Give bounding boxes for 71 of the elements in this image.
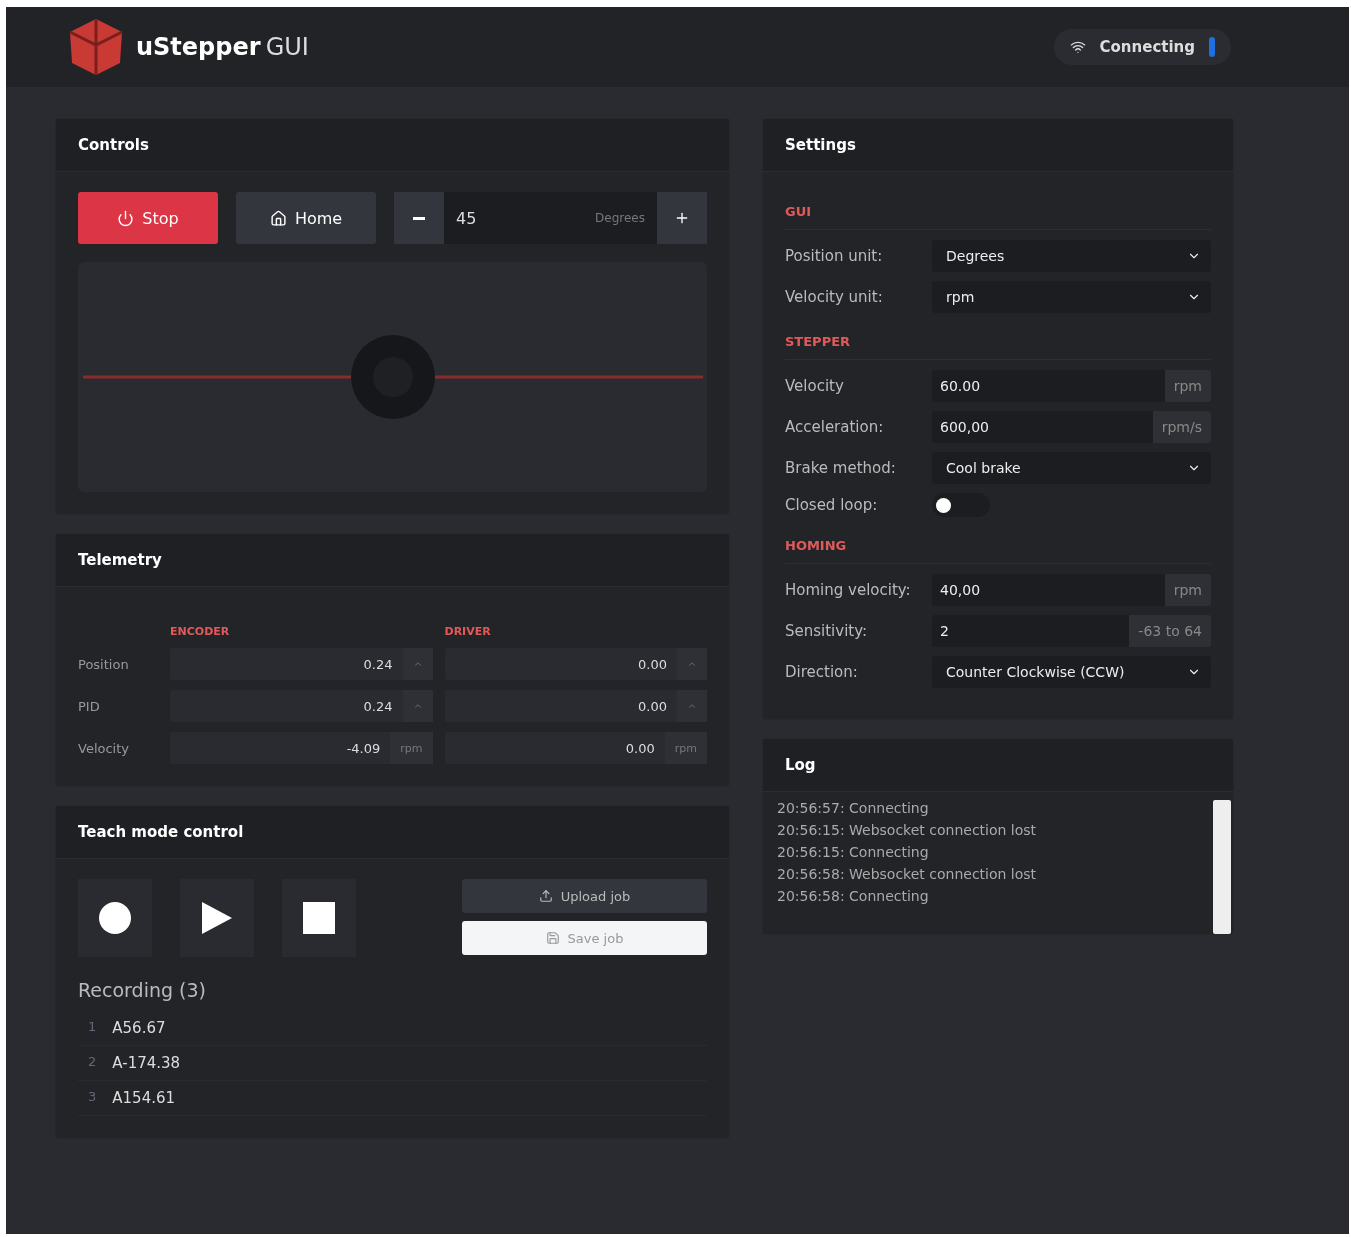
select-field[interactable]: Cool brake — [932, 452, 1211, 484]
stop-button[interactable]: Stop — [78, 192, 218, 244]
log-entry: 20:56:58: Websocket connection lost — [777, 866, 1037, 882]
field-label: Velocity — [785, 377, 845, 395]
scrollbar[interactable] — [1213, 800, 1231, 934]
app-title: uStepper GUI — [136, 33, 309, 61]
stop-icon — [303, 902, 335, 934]
readout-field: -4.09 rpm — [170, 732, 433, 764]
plus-icon — [674, 210, 690, 226]
connection-status: Connecting — [1053, 29, 1231, 65]
caret-icon — [687, 701, 697, 711]
readout-field: 0.24 — [170, 648, 433, 680]
readout-field: 0.24 — [170, 690, 433, 722]
home-icon — [269, 209, 287, 227]
row-label: Velocity — [78, 740, 130, 756]
log-entry: 20:56:57: Connecting — [777, 800, 930, 816]
column-heading: ENCODER — [170, 625, 231, 638]
log-entry: 20:56:58: Connecting — [777, 888, 930, 904]
row-label: PID — [78, 698, 101, 714]
recording-item[interactable]: A-174.38 — [112, 1054, 181, 1072]
item-number: 2 — [88, 1054, 97, 1071]
save-icon — [545, 931, 560, 945]
wifi-icon — [1069, 39, 1086, 55]
recording-item[interactable]: A56.67 — [112, 1019, 166, 1037]
readout-field: 0.00 — [444, 690, 707, 722]
card-title: Log — [763, 739, 1233, 792]
field-label: Sensitivity: — [785, 622, 869, 640]
field-label: Position unit: — [785, 247, 884, 265]
select-field[interactable]: Counter Clockwise (CCW) — [932, 656, 1211, 688]
item-number: 1 — [88, 1019, 97, 1036]
cube-logo — [68, 17, 124, 77]
caret-icon — [412, 659, 423, 669]
readout-field: 0.00 — [444, 648, 707, 680]
play-button[interactable] — [180, 879, 254, 957]
card-title: Controls — [56, 119, 729, 172]
select-field[interactable]: Degrees — [932, 240, 1211, 272]
select-field[interactable]: rpm — [932, 281, 1211, 313]
recording-heading: Recording (3) — [78, 979, 207, 1001]
upload-button[interactable]: Upload job — [462, 879, 707, 913]
log-entry: 20:56:15: Websocket connection lost — [777, 822, 1037, 838]
section-heading: GUI — [785, 192, 1211, 230]
caret-icon — [687, 659, 697, 669]
field-label: Homing velocity: — [785, 581, 912, 599]
upload-icon — [538, 889, 553, 903]
home-button[interactable]: Home — [236, 192, 376, 244]
stop-button[interactable] — [282, 879, 356, 957]
toggle-switch[interactable] — [932, 493, 990, 517]
step-field[interactable]: 45 Degrees — [444, 192, 657, 244]
power-icon — [117, 209, 135, 227]
recording-item[interactable]: A154.61 — [112, 1089, 176, 1107]
section-heading: STEPPER — [785, 322, 1211, 360]
field-label: Brake method: — [785, 459, 897, 477]
card-title: Telemetry — [56, 534, 729, 587]
column-heading: DRIVER — [444, 625, 492, 638]
play-icon — [202, 902, 232, 934]
section-heading: HOMING — [785, 526, 1211, 564]
minus-icon — [413, 216, 425, 220]
field-label: Velocity unit: — [785, 288, 884, 306]
card-title: Teach mode control — [56, 806, 729, 859]
item-number: 3 — [88, 1089, 97, 1106]
record-button[interactable] — [78, 879, 152, 957]
field-label: Acceleration: — [785, 418, 885, 436]
row-label: Position — [78, 656, 130, 672]
record-icon — [99, 902, 131, 934]
caret-icon — [412, 701, 423, 711]
field-label: Direction: — [785, 663, 859, 681]
card-title: Settings — [763, 119, 1233, 172]
spinner-icon — [1209, 37, 1215, 57]
field-label: Closed loop: — [785, 496, 879, 514]
readout-field: 0.00 rpm — [444, 732, 707, 764]
log-entry: 20:56:15: Connecting — [777, 844, 930, 860]
